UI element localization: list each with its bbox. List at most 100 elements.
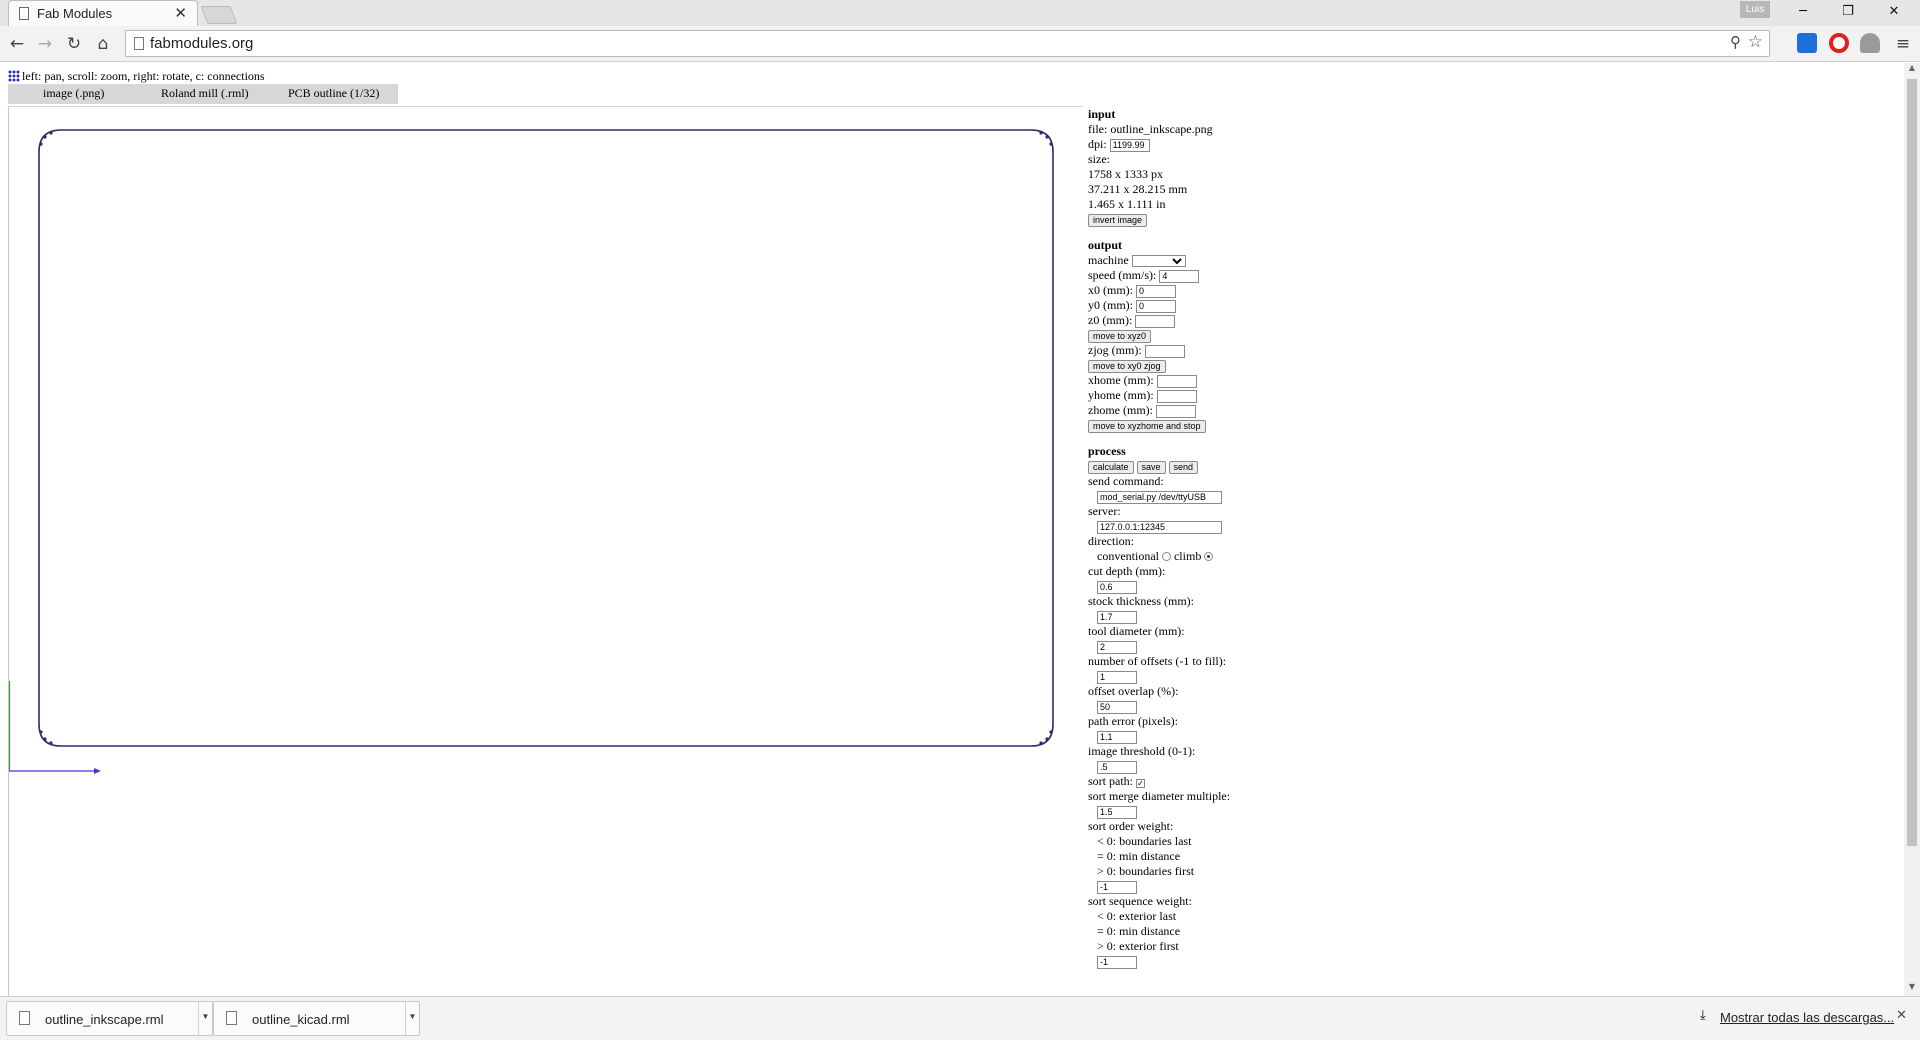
- page-icon: [19, 7, 29, 20]
- server-input[interactable]: [1097, 520, 1222, 534]
- scroll-up-icon[interactable]: ▲: [1904, 63, 1920, 77]
- home-icon[interactable]: ⌂: [90, 31, 116, 57]
- download-bar: outline_inkscape.rml ▼ outline_kicad.rml…: [0, 996, 1920, 1040]
- move-xyz0-button[interactable]: move to xyz0: [1088, 329, 1152, 343]
- x0-label: x0 (mm):: [1088, 283, 1133, 297]
- zhome-input[interactable]: [1155, 404, 1196, 418]
- minimize-icon[interactable]: ─: [1781, 0, 1825, 24]
- file-icon: [226, 1011, 237, 1025]
- threshold-input[interactable]: [1097, 760, 1137, 774]
- bookmark-star-icon[interactable]: ☆: [1748, 32, 1763, 52]
- input-file: file: outline_inkscape.png: [1088, 122, 1213, 136]
- server-label: server:: [1088, 504, 1121, 518]
- xhome-label: xhome (mm):: [1088, 373, 1154, 387]
- size-mm: 37.211 x 28.215 mm: [1088, 182, 1188, 196]
- close-window-icon[interactable]: ✕: [1872, 0, 1916, 24]
- forward-icon[interactable]: →: [32, 31, 58, 57]
- tab-strip: Fab Modules ✕ Luis ─ ❐ ✕: [0, 0, 1920, 26]
- module-tab-mill[interactable]: Roland mill (.rml): [161, 86, 249, 101]
- address-bar[interactable]: fabmodules.org ⚲ ☆: [125, 30, 1770, 57]
- yhome-input[interactable]: [1156, 389, 1197, 403]
- zjog-input[interactable]: [1144, 344, 1185, 358]
- y0-label: y0 (mm):: [1088, 298, 1133, 312]
- scroll-down-icon[interactable]: ▼: [1904, 982, 1920, 996]
- new-tab-button[interactable]: [200, 6, 238, 24]
- hint-text: left: pan, scroll: zoom, right: rotate, …: [22, 69, 265, 83]
- cloud-extension-icon[interactable]: [1860, 33, 1880, 53]
- tool-diameter-label: tool diameter (mm):: [1088, 624, 1185, 638]
- send-command-input[interactable]: [1097, 490, 1222, 504]
- menu-icon[interactable]: ≡: [1890, 31, 1916, 57]
- chevron-down-icon[interactable]: ▼: [198, 1002, 212, 1035]
- page-scrollbar[interactable]: ▲ ▼: [1904, 63, 1920, 996]
- show-all-downloads-link[interactable]: Mostrar todas las descargas...: [1720, 1010, 1894, 1025]
- input-heading: input: [1088, 107, 1116, 121]
- process-heading: process: [1088, 444, 1126, 458]
- calculate-button[interactable]: calculate: [1088, 460, 1134, 474]
- yhome-label: yhome (mm):: [1088, 388, 1154, 402]
- overlap-input[interactable]: [1097, 700, 1137, 714]
- toolpath-canvas[interactable]: [8, 106, 1083, 996]
- stock-thickness-label: stock thickness (mm):: [1088, 594, 1194, 608]
- conventional-radio[interactable]: [1161, 552, 1171, 561]
- download-item[interactable]: outline_inkscape.rml ▼: [6, 1001, 213, 1036]
- scrollbar-thumb[interactable]: [1907, 79, 1917, 846]
- zoom-icon[interactable]: ⚲: [1730, 33, 1741, 51]
- conventional-label: conventional: [1097, 549, 1159, 563]
- speed-input[interactable]: [1159, 269, 1200, 283]
- opera-icon[interactable]: [1829, 33, 1849, 53]
- reload-icon[interactable]: ↻: [61, 31, 87, 57]
- order-weight-input[interactable]: [1097, 880, 1137, 894]
- overlap-label: offset overlap (%):: [1088, 684, 1179, 698]
- download-filename: outline_kicad.rml: [252, 1012, 350, 1027]
- x0-input[interactable]: [1136, 284, 1176, 298]
- extension-icon[interactable]: [1797, 33, 1817, 53]
- settings-panel: input file: outline_inkscape.png dpi: si…: [1088, 107, 1298, 969]
- size-in: 1.465 x 1.111 in: [1088, 197, 1166, 211]
- speed-label: speed (mm/s):: [1088, 268, 1157, 282]
- threshold-label: image threshold (0-1):: [1088, 744, 1196, 758]
- sort-path-checkbox[interactable]: ✓: [1136, 779, 1145, 788]
- send-button[interactable]: send: [1168, 460, 1199, 474]
- move-xy0-zjog-button[interactable]: move to xy0 zjog: [1088, 359, 1166, 373]
- machine-label: machine: [1088, 253, 1129, 267]
- sort-path-label: sort path:: [1088, 774, 1133, 788]
- y0-input[interactable]: [1136, 299, 1176, 313]
- offsets-input[interactable]: [1097, 670, 1137, 684]
- file-icon: [19, 1011, 30, 1025]
- back-icon[interactable]: ←: [4, 31, 30, 57]
- merge-input[interactable]: [1097, 805, 1137, 819]
- seq-weight-input[interactable]: [1097, 955, 1137, 969]
- download-item[interactable]: outline_kicad.rml ▼: [213, 1001, 420, 1036]
- browser-chrome: Fab Modules ✕ Luis ─ ❐ ✕ ← → ↻ ⌂ fabmodu…: [0, 0, 1920, 62]
- send-command-label: send command:: [1088, 474, 1164, 488]
- zjog-label: zjog (mm):: [1088, 343, 1142, 357]
- close-download-bar-icon[interactable]: ✕: [1896, 1008, 1907, 1023]
- order-gt-text: > 0: boundaries first: [1097, 864, 1195, 878]
- move-home-stop-button[interactable]: move to xyzhome and stop: [1088, 419, 1206, 433]
- tool-diameter-input[interactable]: [1097, 640, 1137, 654]
- invert-image-button[interactable]: invert image: [1088, 213, 1148, 227]
- chevron-down-icon[interactable]: ▼: [405, 1002, 419, 1035]
- xhome-input[interactable]: [1156, 374, 1197, 388]
- climb-radio[interactable]: [1204, 552, 1214, 561]
- browser-tab[interactable]: Fab Modules ✕: [8, 0, 198, 26]
- save-button[interactable]: save: [1136, 460, 1166, 474]
- zhome-label: zhome (mm):: [1088, 403, 1153, 417]
- z0-input[interactable]: [1135, 314, 1176, 328]
- machine-select[interactable]: [1131, 255, 1186, 268]
- close-tab-icon[interactable]: ✕: [174, 4, 187, 22]
- cut-depth-input[interactable]: [1097, 580, 1137, 594]
- controls-hint: left: pan, scroll: zoom, right: rotate, …: [8, 69, 265, 84]
- restore-icon[interactable]: ❐: [1826, 0, 1870, 24]
- profile-badge[interactable]: Luis: [1740, 1, 1770, 18]
- path-error-input[interactable]: [1097, 730, 1137, 744]
- size-label: size:: [1088, 152, 1110, 166]
- dpi-input[interactable]: [1109, 138, 1150, 152]
- module-tab-process[interactable]: PCB outline (1/32): [288, 86, 379, 101]
- order-lt-text: < 0: boundaries last: [1097, 834, 1192, 848]
- board-outline-path: [38, 129, 1054, 747]
- stock-thickness-input[interactable]: [1097, 610, 1137, 624]
- module-tab-image[interactable]: image (.png): [43, 86, 104, 101]
- seq-eq-text: = 0: min distance: [1097, 924, 1181, 938]
